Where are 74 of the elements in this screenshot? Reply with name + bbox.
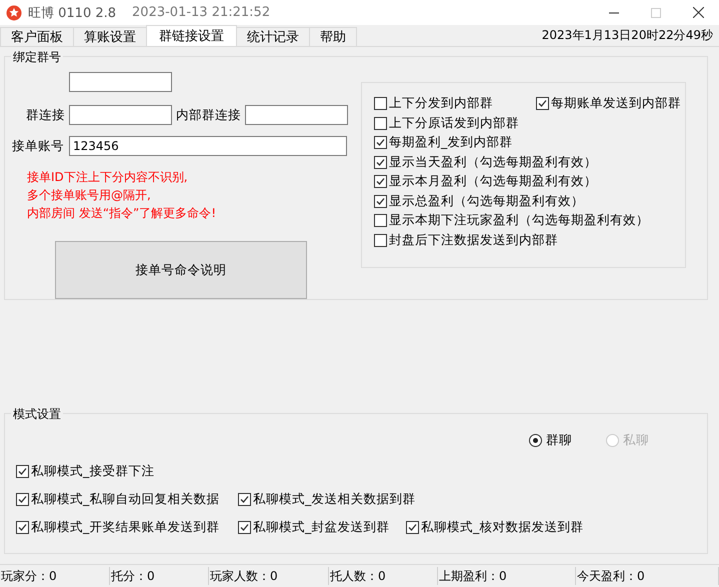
group-title: 绑定群号 [11,49,63,66]
checkbox[interactable] [374,194,387,208]
clock-text: 2023年1月13日20时22分49秒 [542,27,713,44]
maximize-icon [651,8,661,18]
checkbox[interactable] [406,520,419,534]
checkbox[interactable] [16,464,29,478]
checkbox-label: 私聊模式_私聊自动回复相关数据 [31,490,220,508]
tab[interactable]: 群链接设置 [146,25,237,46]
checkbox-label: 每期盈利_发到内部群 [389,134,512,151]
notice-text: 内部房间 发送“指令”了解更多命令! [27,206,218,221]
order-account-field[interactable]: 123456 [69,136,347,156]
status-field: 今天盈利：0 [576,567,719,585]
checkbox-label: 封盘后下注数据发送到内部群 [389,232,558,248]
option-checkbox[interactable]: 上下分原话发到内部群 [374,114,685,132]
app-name: 旺博 0110 2.8 [28,4,116,22]
checkbox-label: 私聊模式_核对数据发送到群 [421,518,584,536]
radio-button[interactable] [529,434,542,447]
group-id-field[interactable] [69,72,172,92]
option-checkbox[interactable]: 私聊模式_开奖结果账单发送到群 [16,518,238,536]
checkbox-label: 私聊模式_封盆发送到群 [253,518,390,536]
radio-option[interactable]: 群聊 [529,432,572,449]
tab[interactable]: 客户面板 [0,27,74,46]
tab[interactable]: 统计记录 [236,27,310,46]
checkbox[interactable] [374,156,387,168]
internal-link-field[interactable] [245,105,348,125]
checkbox[interactable] [374,136,387,149]
option-checkbox[interactable]: 上下分发到内部群 [374,95,536,112]
checkbox[interactable] [374,234,387,246]
checkbox-label: 上下分原话发到内部群 [389,114,519,132]
checkbox[interactable] [374,214,387,227]
notice-text: 接单ID下注上下分内容不识别, [27,170,189,185]
checkbox[interactable] [16,492,29,506]
option-checkbox[interactable]: 显示当天盈利（勾选每期盈利有效） [374,154,685,170]
option-checkbox[interactable]: 显示本月盈利（勾选每期盈利有效） [374,173,685,190]
option-checkbox[interactable]: 私聊模式_封盆发送到群 [238,518,406,536]
radio-label: 私聊 [623,432,649,449]
checkbox-label: 私聊模式_接受群下注 [31,462,154,480]
checkbox[interactable] [536,97,549,110]
option-checkbox[interactable]: 显示本期下注玩家盈利（勾选每期盈利有效） [374,212,685,229]
checkbox-label: 显示本期下注玩家盈利（勾选每期盈利有效） [389,212,649,229]
option-checkbox[interactable]: 私聊模式_核对数据发送到群 [406,518,707,536]
option-checkbox[interactable]: 私聊模式_接受群下注 [16,462,238,480]
field-label: 接单账号 [11,138,65,154]
checkbox-label: 上下分发到内部群 [389,95,493,112]
option-checkbox[interactable]: 封盘后下注数据发送到内部群 [374,232,685,248]
status-field: 玩家人数：0 [209,567,329,585]
checkbox[interactable] [374,97,387,110]
close-icon [692,7,704,18]
star-logo-icon [6,4,22,20]
title-timestamp: 2023-01-13 21:21:52 [132,5,272,20]
option-checkbox[interactable]: 私聊模式_私聊自动回复相关数据 [16,490,238,508]
checkbox-label: 显示总盈利（勾选每期盈利有效） [389,192,584,210]
checkbox-label: 显示本月盈利（勾选每期盈利有效） [389,173,597,190]
checkbox[interactable] [374,116,387,130]
radio-label: 群聊 [546,432,572,449]
status-field: 玩家分：0 [0,567,110,585]
field-label: 内部群连接 [175,106,242,124]
group-link-field[interactable] [69,105,172,125]
option-checkbox[interactable]: 显示总盈利（勾选每期盈利有效） [374,192,685,210]
status-field: 上期盈利：0 [438,567,576,585]
option-checkbox[interactable]: 每期盈利_发到内部群 [374,134,685,151]
command-help-button[interactable]: 接单号命令说明 [55,241,307,299]
status-field: 托人数：0 [329,567,438,585]
checkbox-label: 显示当天盈利（勾选每期盈利有效） [389,154,597,170]
tab[interactable]: 算账设置 [73,27,147,46]
field-label: 群连接 [25,106,66,124]
checkbox-label: 私聊模式_开奖结果账单发送到群 [31,518,220,536]
tab[interactable]: 帮助 [309,27,357,46]
notice-text: 多个接单账号用@隔开, [27,188,152,203]
checkbox[interactable] [238,492,251,506]
checkbox[interactable] [16,520,29,534]
status-field: 托分：0 [110,567,209,585]
checkbox[interactable] [374,175,387,188]
checkbox[interactable] [238,520,251,534]
